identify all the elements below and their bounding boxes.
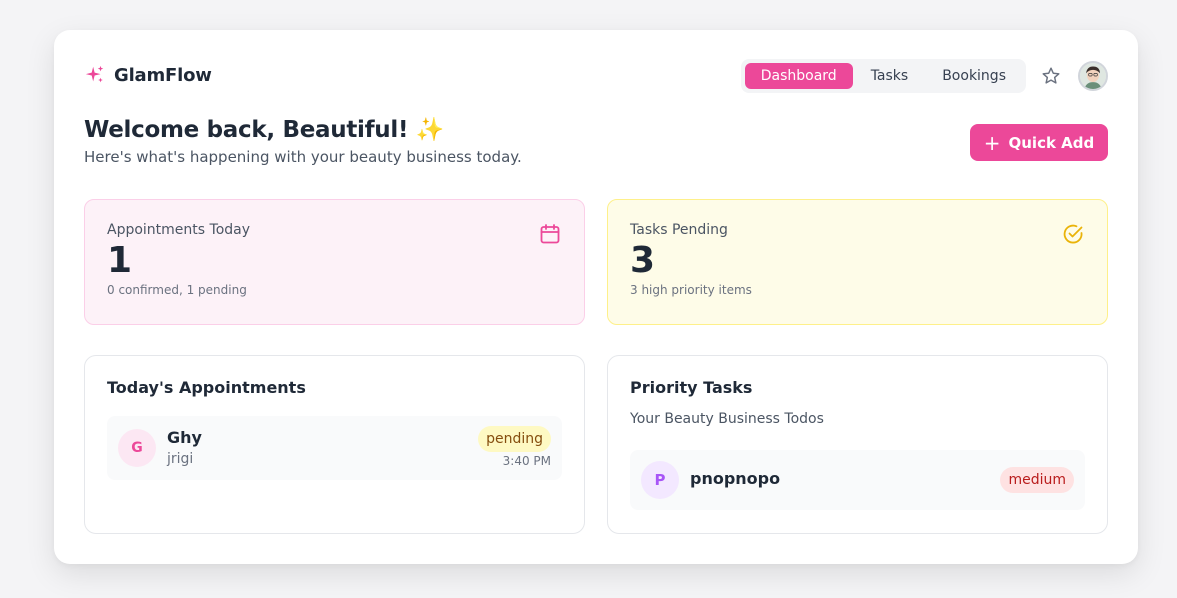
appointment-service: jrigi (167, 451, 194, 467)
stat-label: Appointments Today (107, 222, 251, 238)
task-item[interactable]: P pnopnopo medium (630, 450, 1085, 510)
quick-add-label: Quick Add (1008, 133, 1095, 152)
stat-value: 3 (630, 240, 656, 281)
status-badge: pending (478, 426, 551, 452)
nav-tabs: Dashboard Tasks Bookings (740, 59, 1026, 93)
quick-add-button[interactable]: + Quick Add (970, 124, 1108, 161)
sparkles-icon (85, 65, 104, 83)
welcome-title: Welcome back, Beautiful! ✨ (84, 117, 445, 143)
tasks-stat-card: Tasks Pending 3 3 high priority items (607, 199, 1108, 325)
brand-name: GlamFlow (114, 64, 212, 86)
appointment-item[interactable]: G Ghy jrigi pending 3:40 PM (107, 416, 562, 480)
welcome-subtitle: Here's what's happening with your beauty… (84, 148, 522, 166)
stat-value: 1 (107, 240, 133, 281)
panel-title: Priority Tasks (630, 378, 753, 397)
check-circle-icon (1063, 224, 1083, 244)
panel-subtitle: Your Beauty Business Todos (630, 411, 824, 427)
calendar-icon (540, 224, 560, 244)
tab-tasks[interactable]: Tasks (855, 63, 925, 89)
priority-tasks-panel: Priority Tasks Your Beauty Business Todo… (607, 355, 1108, 534)
stat-desc: 0 confirmed, 1 pending (107, 283, 247, 298)
tab-dashboard[interactable]: Dashboard (744, 63, 853, 89)
task-initial-avatar: P (641, 461, 679, 499)
user-avatar[interactable] (1078, 61, 1108, 91)
client-name: Ghy (167, 428, 202, 447)
stat-label: Tasks Pending (630, 222, 728, 238)
priority-badge: medium (1000, 467, 1074, 493)
task-title: pnopnopo (690, 469, 781, 488)
appointments-stat-card: Appointments Today 1 0 confirmed, 1 pend… (84, 199, 585, 325)
panel-title: Today's Appointments (107, 378, 306, 397)
star-icon[interactable] (1040, 65, 1062, 87)
client-initial-avatar: G (118, 429, 156, 467)
appointment-time: 3:40 PM (502, 454, 551, 468)
avatar-image (1080, 63, 1106, 89)
brand[interactable]: GlamFlow (84, 64, 212, 86)
plus-icon: + (983, 130, 1001, 155)
tab-bookings[interactable]: Bookings (926, 63, 1022, 89)
todays-appointments-panel: Today's Appointments G Ghy jrigi pending… (84, 355, 585, 534)
dashboard-card: GlamFlow Dashboard Tasks Bookings Welcom… (54, 30, 1138, 564)
stat-desc: 3 high priority items (630, 283, 752, 298)
